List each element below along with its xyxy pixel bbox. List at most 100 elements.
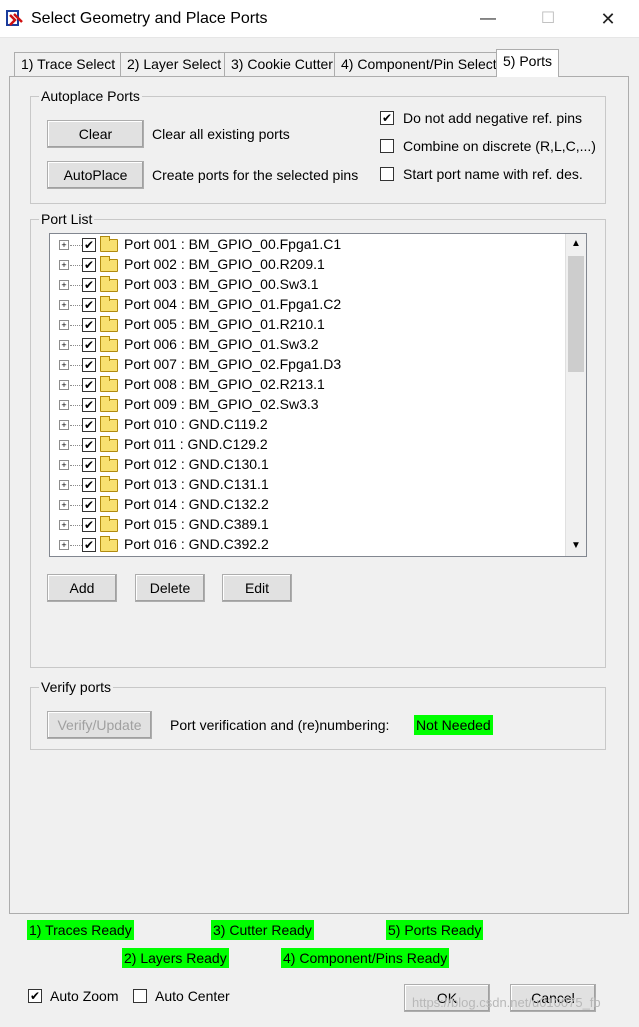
port-label: Port 008 : BM_GPIO_02.R213.1 [124, 376, 325, 392]
no-negative-ref-pins-checkbox[interactable]: ✔ [380, 111, 394, 125]
expand-plus-icon[interactable]: + [59, 380, 69, 390]
port-checkbox[interactable]: ✔ [82, 238, 96, 252]
port-checkbox[interactable]: ✔ [82, 478, 96, 492]
tree-connector [70, 525, 82, 526]
port-checkbox[interactable]: ✔ [82, 258, 96, 272]
expand-plus-icon[interactable]: + [59, 360, 69, 370]
list-item[interactable]: + ✔ Port 005 : BM_GPIO_01.R210.1 [50, 315, 566, 335]
expand-plus-icon[interactable]: + [59, 400, 69, 410]
scroll-up-arrow-icon[interactable]: ▲ [566, 234, 586, 254]
auto-center-checkbox[interactable] [133, 989, 147, 1003]
folder-icon [100, 416, 118, 432]
port-checkbox[interactable]: ✔ [82, 538, 96, 552]
start-name-ref-des-checkbox[interactable] [380, 167, 394, 181]
autoplace-button[interactable]: AutoPlace [47, 161, 144, 189]
port-checkbox[interactable]: ✔ [82, 358, 96, 372]
list-item[interactable]: + ✔ Port 001 : BM_GPIO_00.Fpga1.C1 [50, 235, 566, 255]
tab-component-pin-select[interactable]: 4) Component/Pin Select [334, 52, 504, 76]
list-item[interactable]: + ✔ Port 016 : GND.C392.2 [50, 535, 566, 555]
tree-connector [70, 285, 82, 286]
port-checkbox[interactable]: ✔ [82, 418, 96, 432]
list-item[interactable]: + ✔ Port 006 : BM_GPIO_01.Sw3.2 [50, 335, 566, 355]
port-checkbox[interactable]: ✔ [82, 458, 96, 472]
expand-plus-icon[interactable]: + [59, 500, 69, 510]
port-checkbox[interactable]: ✔ [82, 278, 96, 292]
folder-icon [100, 236, 118, 252]
port-label: Port 010 : GND.C119.2 [124, 416, 268, 432]
verify-ports-title: Verify ports [39, 678, 114, 696]
port-checkbox[interactable]: ✔ [82, 398, 96, 412]
tab-cookie-cutter[interactable]: 3) Cookie Cutter [224, 52, 340, 76]
list-item[interactable]: + ✔ Port 010 : GND.C119.2 [50, 415, 566, 435]
list-item[interactable]: + ✔ Port 015 : GND.C389.1 [50, 515, 566, 535]
expand-plus-icon[interactable]: + [59, 540, 69, 550]
expand-plus-icon[interactable]: + [59, 260, 69, 270]
autoplace-description: Create ports for the selected pins [152, 167, 359, 183]
delete-port-button[interactable]: Delete [135, 574, 205, 602]
add-port-button[interactable]: Add [47, 574, 117, 602]
edit-port-button[interactable]: Edit [222, 574, 292, 602]
scroll-thumb[interactable] [568, 256, 584, 372]
maximize-button[interactable]: ☐ [528, 6, 568, 32]
port-checkbox[interactable]: ✔ [82, 338, 96, 352]
close-button[interactable]: ✕ [588, 6, 628, 32]
tree-connector [70, 385, 82, 386]
folder-icon [100, 536, 118, 552]
port-checkbox[interactable]: ✔ [82, 438, 96, 452]
verify-update-button[interactable]: Verify/Update [47, 711, 152, 739]
list-item[interactable]: + ✔ Port 002 : BM_GPIO_00.R209.1 [50, 255, 566, 275]
list-item[interactable]: + ✔ Port 009 : BM_GPIO_02.Sw3.3 [50, 395, 566, 415]
expand-plus-icon[interactable]: + [59, 240, 69, 250]
tree-connector [70, 445, 82, 446]
expand-plus-icon[interactable]: + [59, 440, 69, 450]
auto-zoom-checkbox[interactable]: ✔ [28, 989, 42, 1003]
list-item[interactable]: + ✔ Port 004 : BM_GPIO_01.Fpga1.C2 [50, 295, 566, 315]
port-label: Port 006 : BM_GPIO_01.Sw3.2 [124, 336, 319, 352]
window-title: Select Geometry and Place Ports [31, 10, 268, 27]
port-label: Port 014 : GND.C132.2 [124, 496, 269, 512]
expand-plus-icon[interactable]: + [59, 320, 69, 330]
expand-plus-icon[interactable]: + [59, 420, 69, 430]
folder-icon [100, 396, 118, 412]
combine-on-discrete-checkbox[interactable] [380, 139, 394, 153]
list-item[interactable]: + ✔ Port 007 : BM_GPIO_02.Fpga1.D3 [50, 355, 566, 375]
port-checkbox[interactable]: ✔ [82, 518, 96, 532]
port-list-scrollbar[interactable]: ▲ ▼ [565, 234, 586, 556]
expand-plus-icon[interactable]: + [59, 300, 69, 310]
tree-connector [70, 505, 82, 506]
tree-connector [70, 545, 82, 546]
tab-ports[interactable]: 5) Ports [496, 49, 560, 77]
tree-connector [70, 405, 82, 406]
port-checkbox[interactable]: ✔ [82, 298, 96, 312]
expand-plus-icon[interactable]: + [59, 520, 69, 530]
clear-button[interactable]: Clear [47, 120, 144, 148]
expand-plus-icon[interactable]: + [59, 280, 69, 290]
minimize-button[interactable]: — [468, 6, 508, 32]
tab-layer-select[interactable]: 2) Layer Select [120, 52, 229, 76]
folder-icon [100, 256, 118, 272]
port-label: Port 004 : BM_GPIO_01.Fpga1.C2 [124, 296, 342, 312]
list-item[interactable]: + ✔ Port 012 : GND.C130.1 [50, 455, 566, 475]
scroll-down-arrow-icon[interactable]: ▼ [566, 536, 586, 556]
list-item[interactable]: + ✔ Port 003 : BM_GPIO_00.Sw3.1 [50, 275, 566, 295]
port-label: Port 016 : GND.C392.2 [124, 536, 269, 552]
folder-icon [100, 456, 118, 472]
list-item[interactable]: + ✔ Port 011 : GND.C129.2 [50, 435, 566, 455]
port-checkbox[interactable]: ✔ [82, 498, 96, 512]
list-item[interactable]: + ✔ Port 013 : GND.C131.1 [50, 475, 566, 495]
list-item[interactable]: + ✔ Port 008 : BM_GPIO_02.R213.1 [50, 375, 566, 395]
auto-zoom-label: Auto Zoom [50, 988, 119, 1004]
expand-plus-icon[interactable]: + [59, 340, 69, 350]
tab-trace-select[interactable]: 1) Trace Select [14, 52, 123, 76]
port-checkbox[interactable]: ✔ [82, 318, 96, 332]
tree-connector [70, 265, 82, 266]
port-list-tree[interactable]: + ✔ Port 001 : BM_GPIO_00.Fpga1.C1 + ✔ Port 0… [49, 233, 587, 557]
expand-plus-icon[interactable]: + [59, 480, 69, 490]
expand-plus-icon[interactable]: + [59, 460, 69, 470]
port-label: Port 012 : GND.C130.1 [124, 456, 269, 472]
start-name-ref-des-label: Start port name with ref. des. [403, 166, 583, 182]
port-label: Port 003 : BM_GPIO_00.Sw3.1 [124, 276, 319, 292]
port-checkbox[interactable]: ✔ [82, 378, 96, 392]
watermark-text: https://blog.csdn.net/u010075_fb [412, 995, 601, 1010]
list-item[interactable]: + ✔ Port 014 : GND.C132.2 [50, 495, 566, 515]
